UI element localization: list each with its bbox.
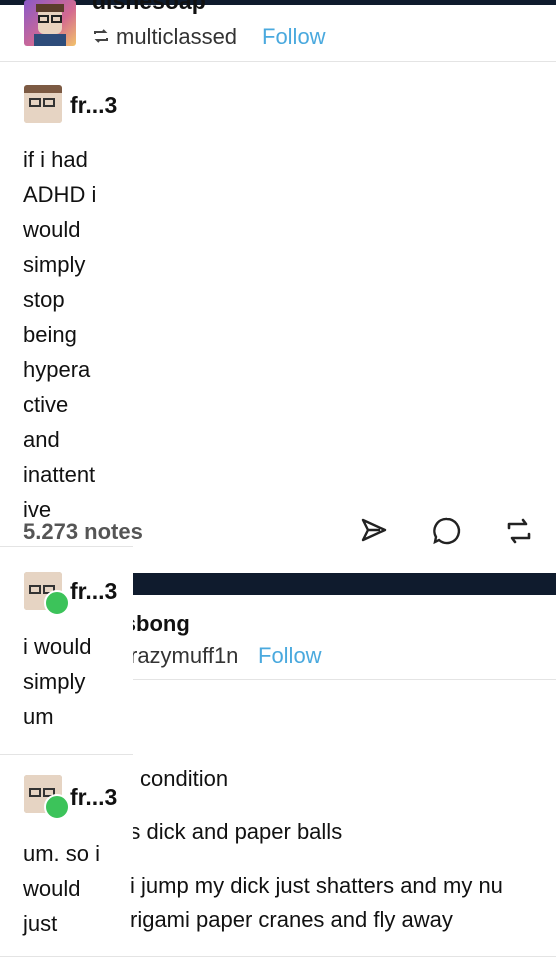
post-line: hypera: [23, 357, 91, 382]
post-line: ctive: [23, 392, 69, 417]
post-line: inattent: [23, 462, 96, 487]
post-line: and: [23, 427, 60, 452]
reblog-icon: [92, 27, 110, 45]
post2-follow-button[interactable]: Follow: [258, 643, 322, 669]
post-line: being: [23, 322, 77, 347]
post-line: ADHD i: [23, 182, 97, 207]
author-avatar[interactable]: [24, 85, 62, 123]
overlay-author[interactable]: fr...3: [70, 578, 117, 605]
overlay-text: i would simply um: [23, 629, 91, 734]
post-line: simply: [23, 252, 86, 277]
post-separator-bar: [133, 573, 556, 595]
avatar[interactable]: [24, 0, 76, 46]
divider: [0, 754, 133, 755]
notes-count[interactable]: 5.273 notes: [23, 519, 143, 545]
overlay-line: um: [23, 704, 54, 729]
reblog-badge-icon: [44, 794, 70, 820]
divider: [133, 679, 556, 680]
divider: [0, 956, 556, 957]
share-icon[interactable]: [360, 516, 388, 544]
post-line: if i had: [23, 147, 88, 172]
overlay-line: i would: [23, 634, 92, 659]
overlay-line: um. so i: [23, 841, 101, 866]
reblog-badge-icon: [44, 590, 70, 616]
follow-button[interactable]: Follow: [262, 24, 326, 50]
post-line: stop: [23, 287, 65, 312]
top-bar: [0, 0, 556, 5]
overlay-line: just: [23, 911, 58, 936]
post2-line: rigami paper cranes and fly away: [130, 907, 453, 932]
author-name[interactable]: fr...3: [70, 92, 117, 119]
post-line: would: [23, 217, 81, 242]
reblog-action-icon[interactable]: [504, 516, 534, 546]
divider: [0, 61, 556, 62]
comment-icon[interactable]: [432, 516, 462, 546]
post2-line: i jump my dick just shatters and my nu: [130, 873, 503, 898]
post2-line: condition: [140, 766, 229, 791]
overlay-text-2: um. so i would just: [23, 836, 100, 941]
divider: [0, 546, 133, 547]
overlay-line: simply: [23, 669, 86, 694]
overlay-line: would: [23, 876, 81, 901]
overlay-author-2[interactable]: fr...3: [70, 784, 117, 811]
post2-reblog-username[interactable]: razymuff1n: [130, 643, 238, 669]
reblog-username[interactable]: multiclassed: [116, 24, 237, 50]
post-body: if i had ADHD i would simply stop being …: [23, 142, 96, 527]
top-username[interactable]: dishesoap: [92, 0, 206, 15]
